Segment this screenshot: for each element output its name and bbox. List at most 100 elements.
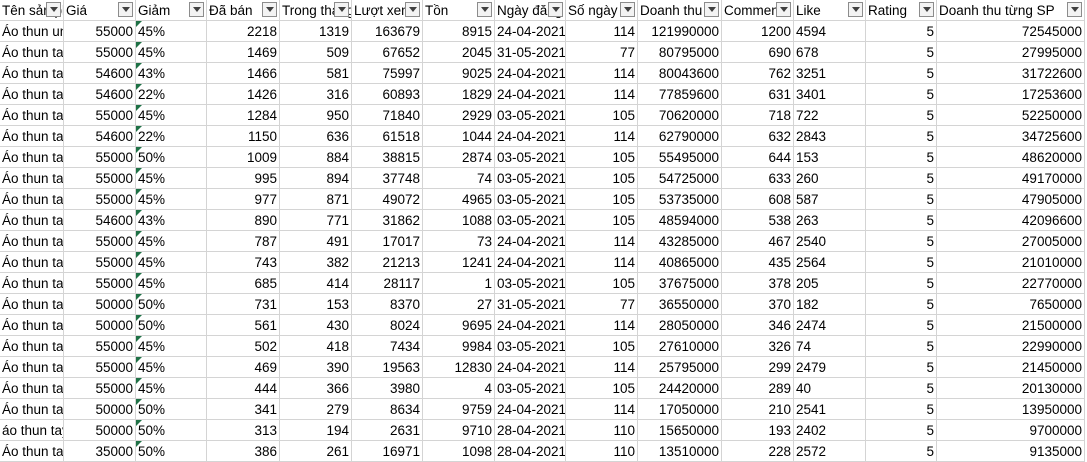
cell-discount[interactable]: 45% [136,231,207,252]
cell-revenue[interactable]: 36550000 [638,294,722,315]
cell-discount[interactable]: 45% [136,252,207,273]
filter-dropdown-icon[interactable] [620,2,635,17]
cell-views[interactable]: 3980 [352,378,423,399]
cell-sold[interactable]: 1466 [207,63,280,84]
cell-comment[interactable]: 632 [722,126,794,147]
column-header-price[interactable]: Giá [64,0,136,21]
cell-stock[interactable]: 9695 [423,315,495,336]
cell-revenue[interactable]: 27610000 [638,336,722,357]
cell-price[interactable]: 55000 [64,252,136,273]
cell-stock[interactable]: 9984 [423,336,495,357]
cell-discount[interactable]: 50% [136,147,207,168]
cell-like[interactable]: 4594 [794,21,866,42]
cell-discount[interactable]: 43% [136,63,207,84]
cell-like[interactable]: 2474 [794,315,866,336]
cell-revenue-per-sp[interactable]: 52250000 [937,105,1085,126]
cell-this-month[interactable]: 390 [280,357,352,378]
cell-post-date[interactable]: 24-04-2021 [495,231,566,252]
cell-discount[interactable]: 50% [136,294,207,315]
cell-stock[interactable]: 4965 [423,189,495,210]
cell-revenue-per-sp[interactable]: 9700000 [937,420,1085,441]
cell-sold[interactable]: 313 [207,420,280,441]
cell-price[interactable]: 55000 [64,231,136,252]
cell-days[interactable]: 114 [566,315,638,336]
cell-comment[interactable]: 299 [722,357,794,378]
cell-product-name[interactable]: Áo thun tay lỡ [0,336,64,357]
column-header-revenue[interactable]: Doanh thu [638,0,722,21]
cell-revenue-per-sp[interactable]: 72545000 [937,21,1085,42]
filter-dropdown-icon[interactable] [118,2,133,17]
cell-price[interactable]: 54600 [64,84,136,105]
cell-product-name[interactable]: Áo thun tay lỡ [0,273,64,294]
cell-this-month[interactable]: 581 [280,63,352,84]
cell-stock[interactable]: 1241 [423,252,495,273]
filter-dropdown-icon[interactable] [776,2,791,17]
cell-rating[interactable]: 5 [866,84,937,105]
cell-like[interactable]: 2540 [794,231,866,252]
cell-comment[interactable]: 370 [722,294,794,315]
cell-product-name[interactable]: Áo thun tay lỡ [0,210,64,231]
cell-price[interactable]: 50000 [64,399,136,420]
cell-revenue-per-sp[interactable]: 22990000 [937,336,1085,357]
cell-discount[interactable]: 45% [136,105,207,126]
cell-revenue[interactable]: 25795000 [638,357,722,378]
cell-stock[interactable]: 27 [423,294,495,315]
cell-product-name[interactable]: Áo thun tay lỡ [0,252,64,273]
cell-sold[interactable]: 1150 [207,126,280,147]
cell-views[interactable]: 19563 [352,357,423,378]
cell-comment[interactable]: 467 [722,231,794,252]
cell-comment[interactable]: 346 [722,315,794,336]
column-header-rating[interactable]: Rating [866,0,937,21]
cell-discount[interactable]: 45% [136,168,207,189]
filter-dropdown-icon[interactable] [405,2,420,17]
cell-revenue-per-sp[interactable]: 27005000 [937,231,1085,252]
filter-dropdown-icon[interactable] [189,2,204,17]
cell-sold[interactable]: 743 [207,252,280,273]
cell-days[interactable]: 114 [566,21,638,42]
cell-product-name[interactable]: Áo thun tay lỡ [0,63,64,84]
cell-views[interactable]: 163679 [352,21,423,42]
cell-rating[interactable]: 5 [866,231,937,252]
cell-this-month[interactable]: 153 [280,294,352,315]
column-header-discount[interactable]: Giảm [136,0,207,21]
cell-sold[interactable]: 1469 [207,42,280,63]
cell-stock[interactable]: 1088 [423,210,495,231]
cell-views[interactable]: 49072 [352,189,423,210]
cell-rating[interactable]: 5 [866,147,937,168]
cell-revenue-per-sp[interactable]: 22770000 [937,273,1085,294]
cell-sold[interactable]: 1009 [207,147,280,168]
cell-rating[interactable]: 5 [866,273,937,294]
cell-product-name[interactable]: Áo thun unisex [0,21,64,42]
cell-post-date[interactable]: 31-05-2021 [495,294,566,315]
cell-days[interactable]: 77 [566,294,638,315]
cell-price[interactable]: 55000 [64,189,136,210]
cell-discount[interactable]: 45% [136,189,207,210]
cell-days[interactable]: 105 [566,147,638,168]
cell-days[interactable]: 105 [566,273,638,294]
cell-like[interactable]: 205 [794,273,866,294]
cell-sold[interactable]: 890 [207,210,280,231]
cell-days[interactable]: 114 [566,252,638,273]
cell-like[interactable]: 3251 [794,63,866,84]
cell-days[interactable]: 114 [566,399,638,420]
cell-like[interactable]: 722 [794,105,866,126]
cell-comment[interactable]: 1200 [722,21,794,42]
cell-product-name[interactable]: Áo thun tay lỡ [0,84,64,105]
cell-revenue-per-sp[interactable]: 20130000 [937,378,1085,399]
cell-views[interactable]: 28117 [352,273,423,294]
cell-revenue[interactable]: 62790000 [638,126,722,147]
cell-views[interactable]: 21213 [352,252,423,273]
column-header-like[interactable]: Like [794,0,866,21]
cell-comment[interactable]: 762 [722,63,794,84]
cell-comment[interactable]: 608 [722,189,794,210]
cell-like[interactable]: 2564 [794,252,866,273]
cell-post-date[interactable]: 03-05-2021 [495,189,566,210]
cell-discount[interactable]: 45% [136,21,207,42]
cell-rating[interactable]: 5 [866,294,937,315]
filter-dropdown-icon[interactable] [262,2,277,17]
cell-post-date[interactable]: 03-05-2021 [495,168,566,189]
cell-this-month[interactable]: 430 [280,315,352,336]
cell-like[interactable]: 2402 [794,420,866,441]
cell-post-date[interactable]: 24-04-2021 [495,357,566,378]
cell-revenue-per-sp[interactable]: 34725600 [937,126,1085,147]
